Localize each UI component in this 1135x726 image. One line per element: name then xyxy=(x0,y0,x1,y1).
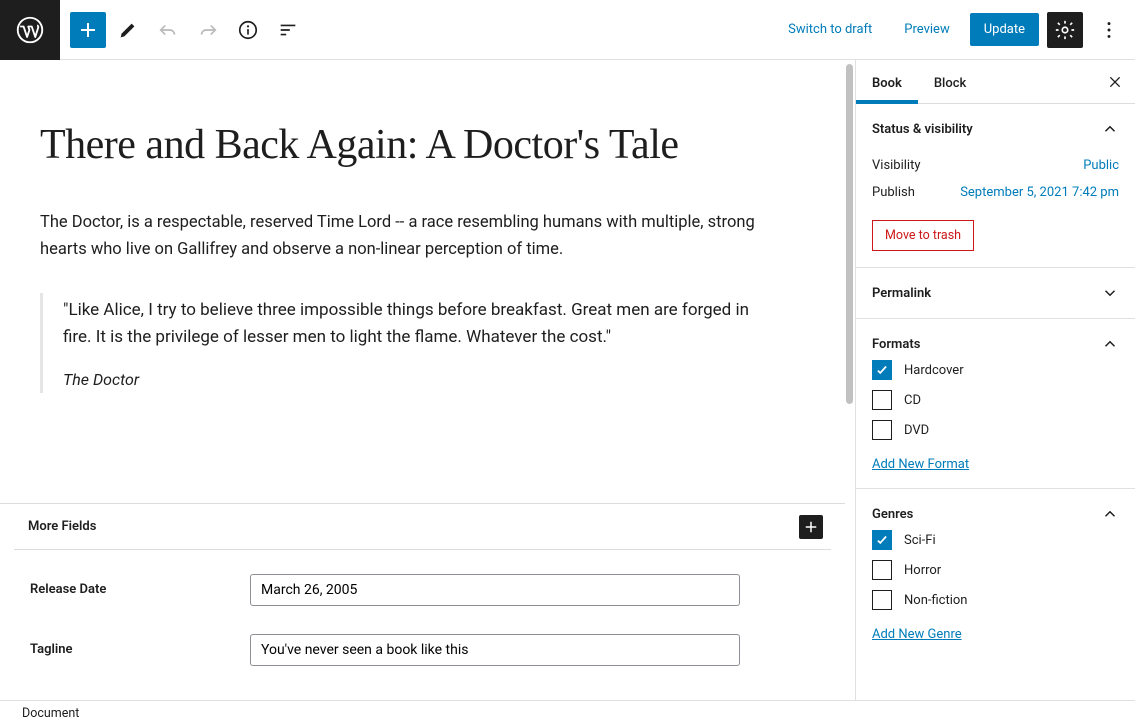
format-checkbox[interactable] xyxy=(872,360,892,380)
editor-footer: Document xyxy=(0,700,1135,726)
panel-permalink: Permalink xyxy=(856,268,1135,319)
format-checkbox[interactable] xyxy=(872,390,892,410)
wordpress-logo[interactable] xyxy=(0,0,60,60)
toolbar-left-group xyxy=(60,12,306,48)
format-item: DVD xyxy=(872,415,1119,445)
post-title[interactable]: There and Back Again: A Doctor's Tale xyxy=(40,120,800,170)
chevron-up-icon xyxy=(1101,505,1119,523)
top-toolbar: Switch to draft Preview Update xyxy=(0,0,1135,60)
publish-row: Publish September 5, 2021 7:42 pm xyxy=(872,179,1119,206)
panel-genres: Genres Sci-Fi Horror Non-fiction Add New G… xyxy=(856,489,1135,658)
move-to-trash-button[interactable]: Move to trash xyxy=(872,220,974,251)
tab-block[interactable]: Block xyxy=(918,60,982,103)
tagline-input[interactable] xyxy=(250,634,740,666)
meta-box: More Fields ▲ Release Date Tagline xyxy=(0,503,845,700)
tools-button[interactable] xyxy=(110,12,146,48)
settings-button[interactable] xyxy=(1047,12,1083,48)
visibility-row: Visibility Public xyxy=(872,152,1119,179)
format-label: DVD xyxy=(904,423,929,438)
genre-checkbox[interactable] xyxy=(872,590,892,610)
update-button[interactable]: Update xyxy=(970,13,1039,46)
format-label: Hardcover xyxy=(904,363,964,378)
breadcrumb[interactable]: Document xyxy=(22,706,79,721)
preview-button[interactable]: Preview xyxy=(892,14,961,45)
undo-button[interactable] xyxy=(150,12,186,48)
chevron-up-icon xyxy=(1101,335,1119,353)
release-date-label: Release Date xyxy=(30,582,250,597)
post-quote[interactable]: "Like Alice, I try to believe three impo… xyxy=(40,293,800,392)
panel-status-visibility: Status & visibility Visibility Public Pu… xyxy=(856,104,1135,268)
meta-row-tagline: Tagline xyxy=(30,620,815,680)
panel-header-formats[interactable]: Formats xyxy=(872,335,1119,353)
panel-header-status[interactable]: Status & visibility xyxy=(872,120,1119,138)
format-item: Hardcover xyxy=(872,355,1119,385)
add-new-format-link[interactable]: Add New Format xyxy=(872,457,969,472)
quote-text[interactable]: "Like Alice, I try to believe three impo… xyxy=(63,297,780,351)
post-paragraph[interactable]: The Doctor, is a respectable, reserved T… xyxy=(40,210,800,263)
close-sidebar-button[interactable] xyxy=(1107,74,1123,90)
chevron-down-icon xyxy=(1101,284,1119,302)
format-item: CD xyxy=(872,385,1119,415)
genre-checkbox[interactable] xyxy=(872,560,892,580)
add-new-genre-link[interactable]: Add New Genre xyxy=(872,627,962,642)
visibility-value[interactable]: Public xyxy=(1083,158,1119,173)
toolbar-right-group: Switch to draft Preview Update xyxy=(776,12,1135,48)
sidebar-tabs: Book Block xyxy=(856,60,1135,104)
redo-button[interactable] xyxy=(190,12,226,48)
publish-label: Publish xyxy=(872,185,915,200)
genre-item: Non-fiction xyxy=(872,585,1119,615)
genre-label: Non-fiction xyxy=(904,593,967,608)
tagline-label: Tagline xyxy=(30,642,250,657)
genre-label: Sci-Fi xyxy=(904,533,936,548)
genre-checkbox[interactable] xyxy=(872,530,892,550)
editor-scrollbar[interactable] xyxy=(845,60,855,700)
append-block-button[interactable] xyxy=(799,515,823,539)
details-button[interactable] xyxy=(230,12,266,48)
panel-formats: Formats Hardcover CD DVD Add New Format xyxy=(856,319,1135,489)
scrollbar-thumb[interactable] xyxy=(846,64,853,404)
panel-header-permalink[interactable]: Permalink xyxy=(872,284,1119,302)
settings-sidebar: Book Block Status & visibility Visibilit… xyxy=(855,60,1135,700)
genre-item: Sci-Fi xyxy=(872,525,1119,555)
release-date-input[interactable] xyxy=(250,574,740,606)
format-checkbox[interactable] xyxy=(872,420,892,440)
meta-box-title: More Fields xyxy=(28,519,96,534)
genre-item: Horror xyxy=(872,555,1119,585)
options-button[interactable] xyxy=(1091,12,1127,48)
editor-canvas[interactable]: There and Back Again: A Doctor's Tale Th… xyxy=(0,60,845,700)
quote-citation[interactable]: The Doctor xyxy=(63,370,139,389)
publish-value[interactable]: September 5, 2021 7:42 pm xyxy=(960,185,1119,200)
list-view-button[interactable] xyxy=(270,12,306,48)
meta-box-header[interactable]: More Fields ▲ xyxy=(14,504,831,550)
visibility-label: Visibility xyxy=(872,158,921,173)
format-label: CD xyxy=(904,393,921,408)
tab-book[interactable]: Book xyxy=(856,60,918,103)
meta-row-release-date: Release Date xyxy=(30,560,815,620)
chevron-up-icon xyxy=(1101,120,1119,138)
switch-to-draft-button[interactable]: Switch to draft xyxy=(776,14,884,45)
genre-label: Horror xyxy=(904,563,941,578)
add-block-button[interactable] xyxy=(70,12,106,48)
panel-header-genres[interactable]: Genres xyxy=(872,505,1119,523)
